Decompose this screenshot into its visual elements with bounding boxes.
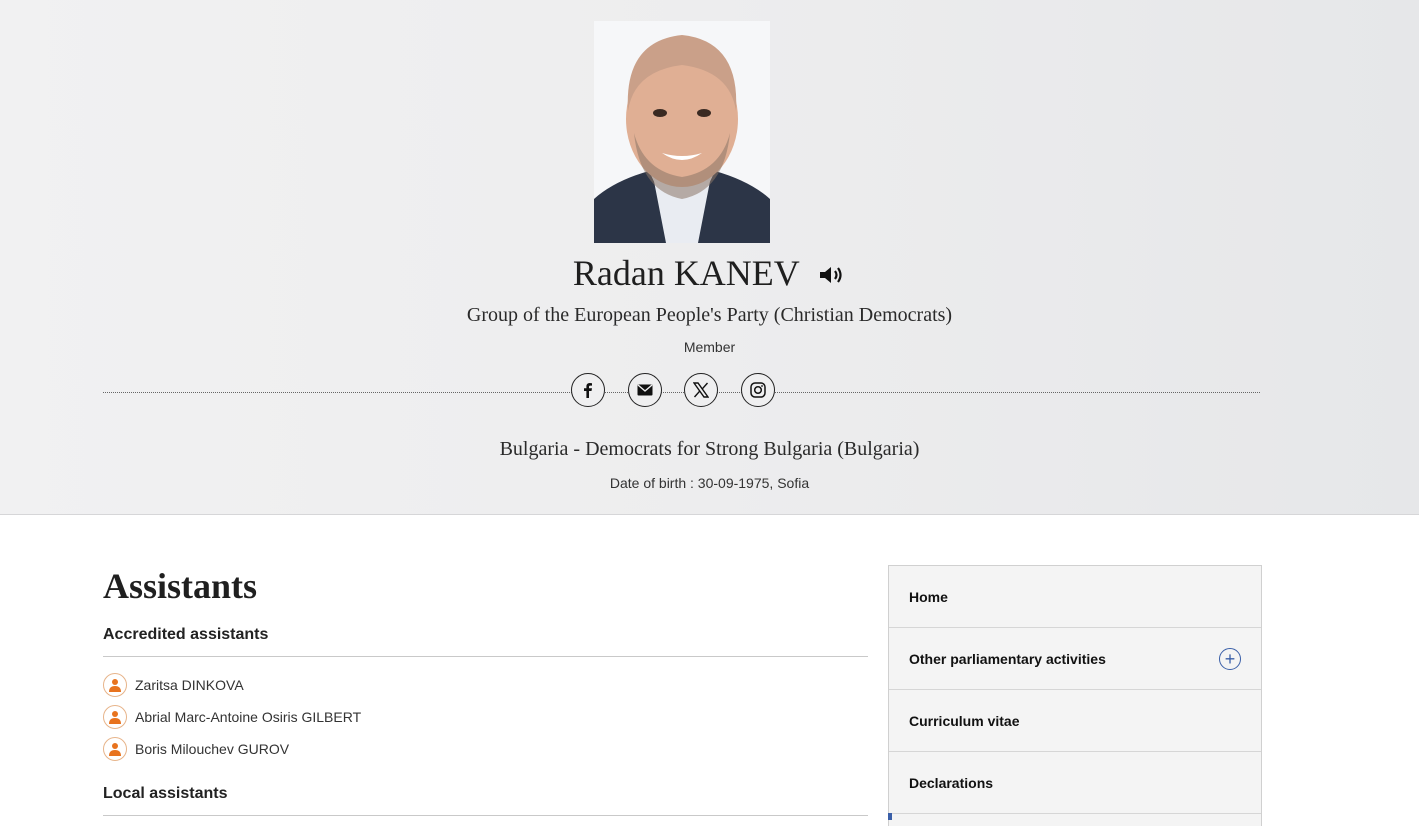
sidebar-item-label: Other parliamentary activities <box>909 650 1106 667</box>
active-item-accent <box>888 813 892 820</box>
profile-header: Radan KANEV Group of the European People… <box>0 0 1419 515</box>
sidebar-item-other-activities[interactable]: Other parliamentary activities + <box>889 628 1261 690</box>
x-link[interactable] <box>684 373 719 407</box>
accredited-assistants-heading: Accredited assistants <box>103 626 868 657</box>
mep-name: Radan KANEV <box>572 253 800 293</box>
facebook-icon <box>584 383 592 398</box>
instagram-link[interactable] <box>740 373 775 407</box>
social-links <box>571 373 775 411</box>
list-item: Zaritsa DINKOVA <box>103 669 868 701</box>
instagram-icon <box>750 382 766 398</box>
person-icon <box>103 705 127 729</box>
local-assistants-heading: Local assistants <box>103 785 868 816</box>
email-link[interactable] <box>627 373 662 407</box>
sidebar-item-declarations[interactable]: Declarations <box>889 752 1261 814</box>
x-icon <box>693 382 710 398</box>
sidebar-item-home[interactable]: Home <box>889 566 1261 628</box>
mep-name-row: Radan KANEV <box>0 250 1419 296</box>
list-item: Boris Milouchev GUROV <box>103 733 868 765</box>
assistant-name: Boris Milouchev GUROV <box>135 741 290 757</box>
date-of-birth: Date of birth : 30-09-1975, Sofia <box>609 475 810 491</box>
list-item: Abrial Marc-Antoine Osiris GILBERT <box>103 701 868 733</box>
political-group: Group of the European People's Party (Ch… <box>466 304 953 326</box>
sidebar-item-cv[interactable]: Curriculum vitae <box>889 690 1261 752</box>
sidebar-item-label: Home <box>909 588 948 605</box>
person-icon <box>103 673 127 697</box>
speaker-icon[interactable] <box>818 251 846 297</box>
sidebar-item-label: Declarations <box>909 774 994 791</box>
member-role: Member <box>683 339 736 355</box>
assistant-name: Zaritsa DINKOVA <box>135 677 244 693</box>
portrait-photo <box>594 21 770 243</box>
assistant-name: Abrial Marc-Antoine Osiris GILBERT <box>135 709 362 725</box>
person-icon <box>103 737 127 761</box>
accredited-assistants-list: Zaritsa DINKOVA Abrial Marc-Antoine Osir… <box>103 657 868 765</box>
sidebar-item-label: Curriculum vitae <box>909 712 1020 729</box>
assistants-section: Assistants Accredited assistants Zaritsa… <box>103 560 868 816</box>
national-party: Bulgaria - Democrats for Strong Bulgaria… <box>499 438 920 460</box>
email-icon <box>637 384 653 396</box>
sidebar-nav: Home Other parliamentary activities + Cu… <box>888 565 1262 826</box>
expand-plus-icon[interactable]: + <box>1219 647 1241 670</box>
facebook-link[interactable] <box>571 373 605 407</box>
page-title: Assistants <box>103 566 258 606</box>
